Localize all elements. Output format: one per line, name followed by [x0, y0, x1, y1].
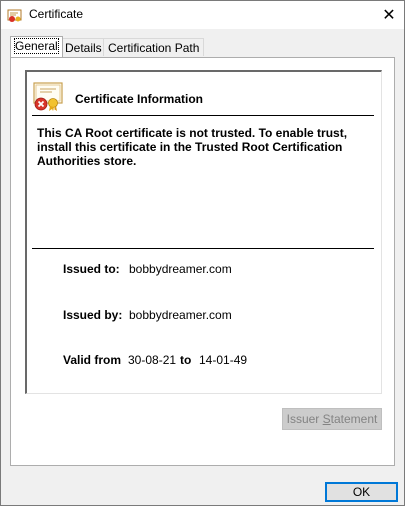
issuer-statement-prefix: Issuer	[286, 412, 323, 426]
certificate-info-heading: Certificate Information	[75, 92, 204, 106]
certificate-icon	[7, 9, 22, 22]
tab-certification-path[interactable]: Certification Path	[103, 38, 205, 56]
issuer-statement-button[interactable]: Issuer Statement	[282, 408, 382, 430]
certificate-error-icon	[33, 82, 63, 111]
general-tab-panel: Certificate Information This CA Root cer…	[10, 57, 395, 466]
divider	[32, 115, 374, 116]
issued-by-value: bobbydreamer.com	[129, 308, 232, 322]
tab-general-label: General	[14, 38, 59, 54]
tab-certification-path-label: Certification Path	[108, 41, 200, 55]
certificate-info-box: Certificate Information This CA Root cer…	[25, 70, 382, 394]
issued-to-value: bobbydreamer.com	[129, 262, 232, 276]
tab-details[interactable]: Details	[60, 38, 107, 56]
close-button[interactable]: ✕	[374, 1, 404, 29]
untrusted-warning-text: This CA Root certificate is not trusted.…	[37, 126, 348, 168]
close-icon: ✕	[382, 7, 396, 24]
issuer-statement-suffix: tatement	[330, 412, 378, 426]
issued-to-label: Issued to:	[63, 262, 120, 276]
valid-from-value: 30-08-21	[128, 353, 177, 367]
ok-button-label: OK	[352, 485, 371, 499]
ok-button[interactable]: OK	[325, 482, 398, 502]
divider	[32, 248, 374, 249]
title-bar: Certificate ✕	[1, 1, 404, 29]
tab-general[interactable]: General	[10, 36, 63, 57]
valid-from-label: Valid from	[63, 353, 122, 367]
valid-to-value: 14-01-49	[199, 353, 248, 367]
issued-by-label: Issued by:	[63, 308, 123, 322]
certificate-dialog: Certificate ✕ General Details Certificat…	[0, 0, 405, 506]
window-title: Certificate	[29, 7, 84, 21]
valid-to-label: to	[180, 353, 192, 367]
issuer-statement-accesskey: S	[322, 412, 331, 426]
tab-details-label: Details	[65, 41, 102, 55]
